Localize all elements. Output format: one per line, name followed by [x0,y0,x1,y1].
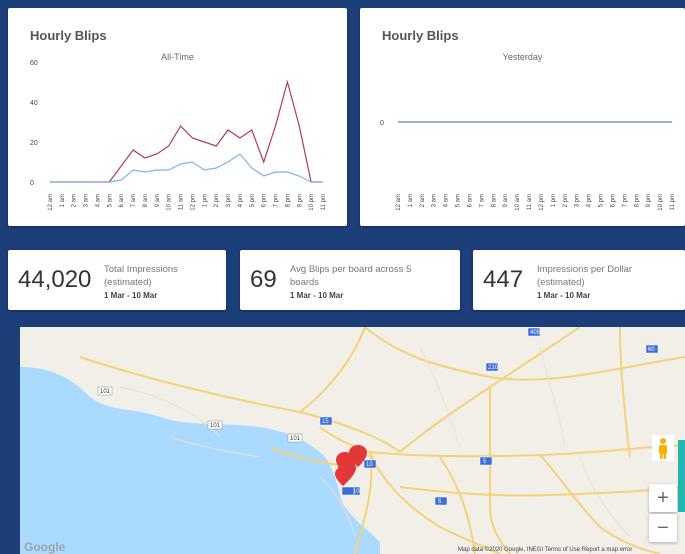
stat-value: 69 [250,266,277,293]
x-tick-label: 2 pm [563,194,569,207]
map-footer[interactable]: Map data ©2020 Google, INEGI Terms of Us… [458,547,632,553]
stat-value: 447 [483,266,524,293]
highway-shield-label: 60 [648,347,655,353]
zoom-out-button[interactable]: − [649,514,677,542]
x-tick-label: 10 pm [309,194,315,211]
highway-shield-label: 10 [366,462,373,468]
x-tick-label: 12 am [48,194,54,211]
stat-desc-line2: (estimated) [104,277,152,288]
x-tick-label: 4 am [95,194,101,207]
x-tick-label: 11 pm [321,194,327,210]
highway-shield-label: 15 [322,419,329,425]
line-chart-yesterday: 0 12 am 1 am 2 am 3 am 4 am 5 am 6 am 7 am 8 am 9 … [380,120,676,211]
x-tick-label: 9 pm [297,194,303,207]
x-tick-label: 5 pm [599,194,605,207]
google-logo[interactable]: Google [24,540,65,554]
series-line-0 [50,79,323,183]
x-tick-label: 5 pm [250,194,256,207]
x-tick-label: 10 pm [658,194,664,211]
chart-card-all-time: Hourly Blips All-Time 0 20 40 60 12 am 1 am 2 … [8,8,347,226]
x-tick-label: 3 pm [226,194,232,207]
x-tick-label: 6 pm [610,194,616,207]
line-chart-all-time: 0 20 40 60 12 am 1 am 2 am 3 am 4 am 5 am 6 am 7 am… [30,60,327,211]
stat-desc-line1: Total Impressions [104,264,178,275]
stat-range: 1 Mar - 10 Mar [290,291,344,300]
x-tick-label: 9 am [155,194,161,207]
x-tick-label: 7 am [131,194,137,207]
x-tick-label: 7 pm [622,194,628,207]
x-tick-label: 11 pm [670,194,676,210]
x-tick-label: 6 am [467,194,473,207]
series-line-1 [50,153,323,183]
highway-shield-label: 405 [530,330,541,336]
stat-desc-line1: Avg Blips per board across 5 [290,264,412,275]
x-tick-label: 3 am [432,194,438,207]
y-tick-label: 40 [30,100,38,107]
side-tab[interactable] [678,440,685,512]
x-tick-label: 1 am [408,194,414,207]
ocean [20,367,380,554]
x-tick-label: 11 am [179,194,185,210]
stat-card-impressions-per-dollar: 447 Impressions per Dollar (estimated) 1… [473,250,685,310]
stat-desc-line1: Impressions per Dollar [537,264,633,275]
x-tick-label: 12 pm [539,194,545,211]
stat-range: 1 Mar - 10 Mar [104,291,158,300]
map-view[interactable]: 101 101 101 10 110 5 5 15 210 60 405 + −… [20,327,685,554]
x-tick-label: 7 pm [274,194,280,207]
x-tick-label: 2 pm [214,194,220,207]
stat-desc-line2: boards [290,277,320,288]
highway-shield-label: 210 [488,365,499,371]
map-canvas[interactable]: 101 101 101 10 110 5 5 15 210 60 405 [20,327,685,554]
x-tick-label: 12 am [396,194,402,211]
x-tick-label: 2 am [420,194,426,207]
map-markers [335,445,367,486]
stat-card-avg-blips: 69 Avg Blips per board across 5 boards 1… [240,250,460,310]
x-tick-label: 3 pm [575,194,581,207]
x-tick-label: 1 pm [551,194,557,207]
stat-value: 44,020 [18,266,92,293]
x-tick-label: 4 pm [238,194,244,207]
x-tick-label: 4 am [444,194,450,207]
x-tick-label: 1 am [60,194,66,207]
x-tick-label: 6 pm [262,194,268,207]
stat-card-total-impressions: 44,020 Total Impressions (estimated) 1 M… [8,250,226,310]
zoom-in-button[interactable]: + [649,484,677,512]
highway-shield [341,486,355,496]
x-tick-label: 9 pm [646,194,652,207]
x-tick-label: 10 am [167,194,173,211]
map-marker [335,467,351,486]
x-tick-label: 7 am [479,194,485,207]
y-tick-label: 20 [30,140,38,147]
x-tick-label: 5 am [456,194,462,207]
stat-description: Impressions per Dollar (estimated) [537,263,632,289]
x-tick-label: 8 pm [634,194,640,207]
x-tick-label: 5 am [107,194,113,207]
x-tick-label: 3 am [84,194,90,207]
highway-shield-label: 101 [210,423,221,429]
x-tick-label: 6 am [119,194,125,207]
x-tick-label: 4 pm [587,194,593,207]
x-tick-label: 10 am [515,194,521,211]
chart-card-yesterday: Hourly Blips Yesterday 0 12 am 1 am 2 am 3 a… [360,8,685,226]
stat-range: 1 Mar - 10 Mar [537,291,591,300]
stat-description: Total Impressions (estimated) [104,263,178,289]
y-tick-label: 60 [30,60,38,67]
x-tick-label: 8 pm [285,194,291,207]
stat-desc-line2: (estimated) [537,277,585,288]
x-tick-label: 8 am [491,194,497,207]
x-tick-label: 11 am [527,194,533,210]
x-tick-label: 2 am [72,194,78,207]
y-tick-label: 0 [380,120,384,127]
highway-shield-label: 101 [290,436,301,442]
highway-shield-label: 101 [100,389,111,395]
x-tick-label: 1 pm [202,194,208,207]
x-tick-label: 8 am [143,194,149,207]
x-tick-label: 9 am [503,194,509,207]
stat-description: Avg Blips per board across 5 boards [290,263,411,289]
x-tick-label: 12 pm [190,194,196,211]
y-tick-label: 0 [30,180,34,187]
